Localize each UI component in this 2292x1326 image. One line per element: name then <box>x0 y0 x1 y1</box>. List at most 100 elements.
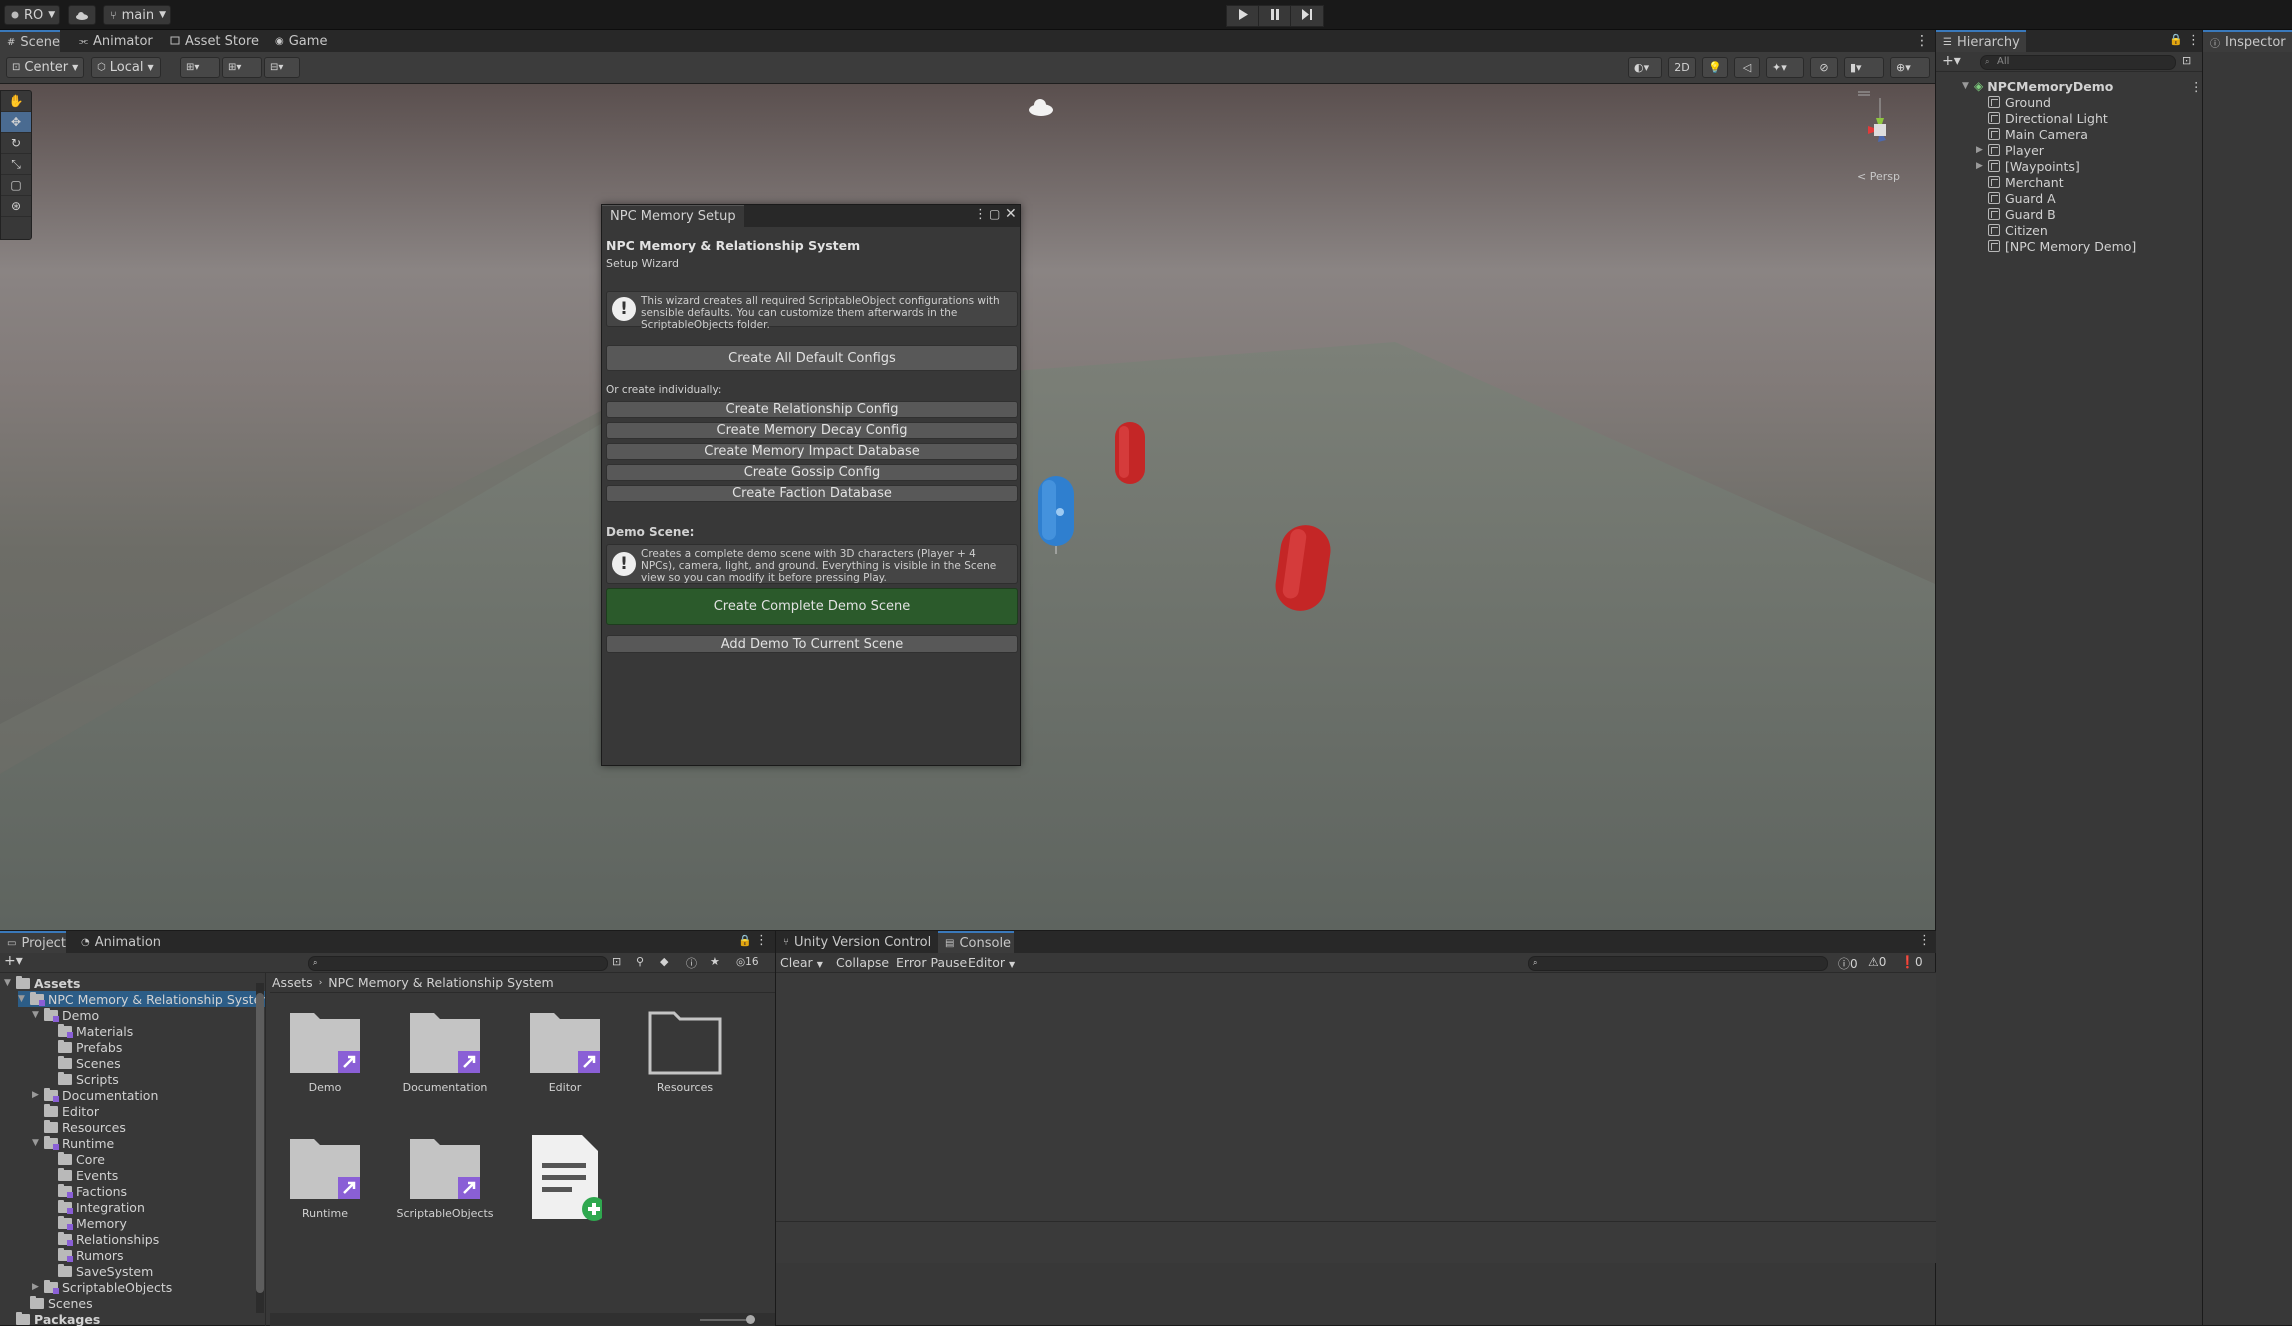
breadcrumb-item[interactable]: NPC Memory & Relationship System <box>328 975 553 990</box>
project-tree-item[interactable]: Factions <box>46 1183 127 1199</box>
project-search-input[interactable]: ⌕ <box>308 956 608 971</box>
create-gossip-config-button[interactable]: Create Gossip Config <box>606 464 1018 481</box>
editor-dropdown[interactable]: Editor ▼ <box>968 955 1015 970</box>
rect-tool[interactable]: ▢ <box>1 175 31 196</box>
cloud-button[interactable] <box>68 5 96 25</box>
asset-item[interactable]: Runtime <box>270 1133 380 1220</box>
create-relationship-config-button[interactable]: Create Relationship Config <box>606 401 1018 418</box>
expand-arrow-icon[interactable]: ▼ <box>18 994 26 1004</box>
audio-toggle[interactable]: ◁ <box>1734 57 1760 78</box>
expand-arrow-icon[interactable]: ▶ <box>1976 161 1984 171</box>
hand-tool[interactable]: ✋ <box>1 91 31 112</box>
project-tree-item[interactable]: SaveSystem <box>46 1263 153 1279</box>
rotate-tool[interactable]: ↻ <box>1 133 31 154</box>
transform-tool[interactable]: ⊛ <box>1 196 31 217</box>
project-tree-item[interactable]: ▶Documentation <box>32 1087 158 1103</box>
label-icon[interactable]: ◆ <box>660 955 668 968</box>
tab-console[interactable]: ▤ Console <box>938 931 1014 953</box>
zoom-slider[interactable] <box>700 1319 750 1321</box>
expand-arrow-icon[interactable]: ▶ <box>1976 145 1984 155</box>
camera-dropdown[interactable]: ▮▾ <box>1844 57 1884 78</box>
tab-game[interactable]: ◉ Game <box>268 30 334 52</box>
tab-hierarchy[interactable]: ☰ Hierarchy <box>1936 30 2026 52</box>
create-all-configs-button[interactable]: Create All Default Configs <box>606 345 1018 371</box>
account-dropdown[interactable]: RO ▼ <box>4 5 60 25</box>
project-tree-item[interactable]: ▼Runtime <box>32 1135 114 1151</box>
console-log-area[interactable] <box>776 973 1936 1263</box>
scale-tool[interactable]: ⤡ <box>1 154 31 175</box>
project-tree-item[interactable]: Scenes <box>46 1055 121 1071</box>
grid-snap-button[interactable]: ⊞▾ <box>180 57 220 78</box>
project-tree-item[interactable]: Core <box>46 1151 105 1167</box>
effects-dropdown[interactable]: ✦▾ <box>1766 57 1804 78</box>
create-demo-scene-button[interactable]: Create Complete Demo Scene <box>606 588 1018 625</box>
project-tree-item[interactable]: Memory <box>46 1215 127 1231</box>
warning-icon[interactable]: ⓘ <box>686 955 697 971</box>
scrollbar-thumb[interactable] <box>256 993 264 1293</box>
move-tool[interactable]: ✥ <box>1 112 31 133</box>
create-memory-impact-database-button[interactable]: Create Memory Impact Database <box>606 443 1018 460</box>
increment-snap-button[interactable]: ⊟▾ <box>264 57 300 78</box>
tab-project[interactable]: ▭ Project <box>0 931 66 953</box>
asset-item[interactable]: Resources <box>630 1007 740 1094</box>
star-icon[interactable]: ★ <box>710 955 720 968</box>
hierarchy-item[interactable]: Guard A <box>1936 190 2203 206</box>
shading-mode-button[interactable]: ◐▾ <box>1628 57 1662 78</box>
tab-inspector[interactable]: ⓘ Inspector <box>2203 30 2292 52</box>
project-tree-item[interactable]: Prefabs <box>46 1039 122 1055</box>
add-demo-button[interactable]: Add Demo To Current Scene <box>606 635 1018 653</box>
hierarchy-item[interactable]: ▶Player <box>1936 142 2203 158</box>
console-divider[interactable] <box>776 1221 1936 1222</box>
project-tree-item[interactable]: ▼Assets <box>4 975 80 991</box>
lighting-toggle[interactable]: 💡 <box>1702 57 1728 78</box>
project-tree-item[interactable]: ▼NPC Memory & Relationship System <box>18 991 266 1007</box>
zoom-slider-thumb[interactable] <box>746 1315 755 1324</box>
project-tree-item[interactable]: Relationships <box>46 1231 159 1247</box>
error-pause-toggle[interactable]: Error Pause <box>896 955 967 970</box>
project-tree-item[interactable]: ▼Demo <box>32 1007 99 1023</box>
more-menu-icon[interactable]: ⋮ <box>1915 33 1929 49</box>
branch-dropdown[interactable]: ⑂ main ▼ <box>103 5 171 25</box>
hierarchy-item[interactable]: Directional Light <box>1936 110 2203 126</box>
search-by-type-icon[interactable]: ⊡ <box>612 955 621 968</box>
hierarchy-search-input[interactable]: ⌕ All <box>1980 55 2176 70</box>
2d-toggle[interactable]: 2D <box>1668 57 1696 78</box>
scene-viewport[interactable]: < Persp ✋ ✥ ↻ ⤡ ▢ ⊛ <box>0 84 1935 930</box>
pivot-dropdown[interactable]: ⊡ Center ▼ <box>6 57 84 78</box>
collapse-toggle[interactable]: Collapse <box>836 955 889 970</box>
asset-item[interactable]: Demo <box>270 1007 380 1094</box>
hierarchy-item[interactable]: ▶[Waypoints] <box>1936 158 2203 174</box>
info-count-toggle[interactable]: ⓘ0 <box>1838 955 1858 972</box>
more-menu-icon[interactable]: ⋮ <box>1918 933 1931 948</box>
hierarchy-item[interactable]: Merchant <box>1936 174 2203 190</box>
maximize-icon[interactable]: ▢ <box>989 207 1000 221</box>
tab-animation[interactable]: ◔ Animation <box>74 931 168 953</box>
project-tree-item[interactable]: Scripts <box>46 1071 119 1087</box>
space-dropdown[interactable]: ⬡ Local ▼ <box>91 57 161 78</box>
hierarchy-item[interactable]: Main Camera <box>1936 126 2203 142</box>
breadcrumb-item[interactable]: Assets <box>272 975 313 990</box>
expand-arrow-icon[interactable]: ▼ <box>1962 81 1970 91</box>
hierarchy-item[interactable]: Citizen <box>1936 222 2203 238</box>
npc-capsule[interactable] <box>1112 420 1148 488</box>
hierarchy-item[interactable]: Ground <box>1936 94 2203 110</box>
project-tree-item[interactable]: Rumors <box>46 1247 124 1263</box>
grid-visibility-button[interactable]: ⊞▾ <box>222 57 262 78</box>
tab-animator[interactable]: ⫘ Animator <box>72 30 160 52</box>
more-menu-icon[interactable]: ⋮ <box>974 207 987 222</box>
create-faction-database-button[interactable]: Create Faction Database <box>606 485 1018 502</box>
hidden-objects-toggle[interactable]: ⊘ <box>1810 57 1838 78</box>
project-tree-item[interactable]: Editor <box>32 1103 99 1119</box>
tab-asset-store[interactable]: Asset Store <box>163 30 266 52</box>
asset-item[interactable]: README <box>510 1133 620 1210</box>
more-menu-icon[interactable]: ⋮ <box>755 933 768 948</box>
clear-button[interactable]: Clear ▼ <box>780 955 823 970</box>
lock-icon[interactable]: 🔒 <box>2169 33 2183 46</box>
expand-arrow-icon[interactable]: ▶ <box>32 1090 40 1100</box>
expand-arrow-icon[interactable]: ▼ <box>32 1010 40 1020</box>
asset-item[interactable]: Editor <box>510 1007 620 1094</box>
asset-item[interactable]: Documentation <box>390 1007 500 1094</box>
npc-capsule[interactable] <box>1272 522 1334 616</box>
orientation-gizmo-icon[interactable] <box>1838 88 1918 168</box>
console-search-input[interactable]: ⌕ <box>1528 956 1828 971</box>
